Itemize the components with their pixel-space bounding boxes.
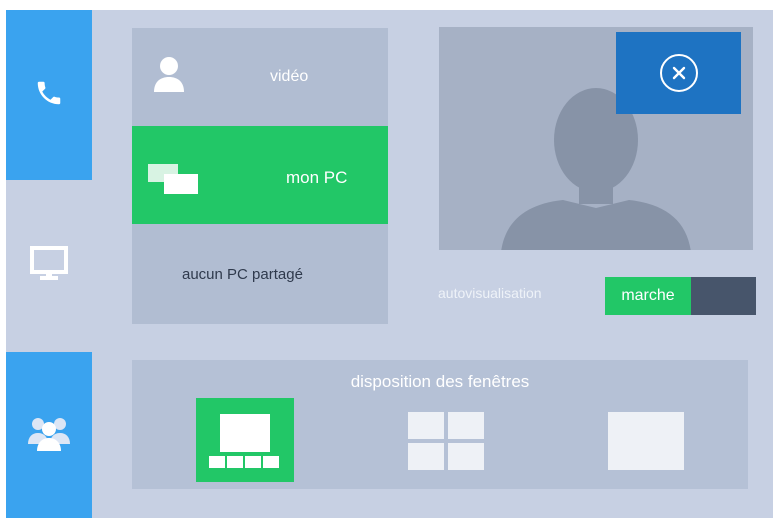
layout-option-filmstrip[interactable] [196, 398, 294, 482]
toggle-off-segment [691, 277, 756, 315]
self-view-toggle[interactable]: marche [605, 277, 756, 315]
source-my-pc-option[interactable]: mon PC [132, 126, 388, 224]
group-icon [26, 414, 72, 457]
rail-participants-button[interactable] [6, 352, 92, 518]
source-list: vidéo mon PC aucun PC partagé [132, 28, 388, 324]
person-icon [154, 56, 184, 97]
self-view-label: autovisualisation [438, 285, 542, 301]
rail-call-button[interactable] [6, 10, 92, 180]
layout-option-grid[interactable] [408, 412, 484, 470]
source-none-label: aucun PC partagé [182, 266, 303, 283]
close-icon [659, 54, 698, 92]
source-video-option[interactable]: vidéo [132, 28, 388, 126]
toggle-on-label: marche [605, 277, 691, 315]
windows-icon [148, 164, 200, 199]
app-frame: vidéo mon PC aucun PC partagé autovisual… [6, 10, 773, 518]
source-none-option[interactable]: aucun PC partagé [132, 224, 388, 324]
window-layout-panel: disposition des fenêtres [132, 360, 748, 489]
source-my-pc-label: mon PC [286, 168, 348, 187]
layout-option-single[interactable] [608, 412, 684, 470]
source-video-label: vidéo [270, 68, 309, 85]
window-layout-title: disposition des fenêtres [350, 372, 530, 391]
self-preview [439, 27, 753, 250]
rail-screen-button[interactable] [6, 180, 92, 352]
phone-icon [34, 78, 64, 113]
monitor-icon [30, 245, 68, 287]
close-preview-button[interactable] [616, 32, 741, 114]
